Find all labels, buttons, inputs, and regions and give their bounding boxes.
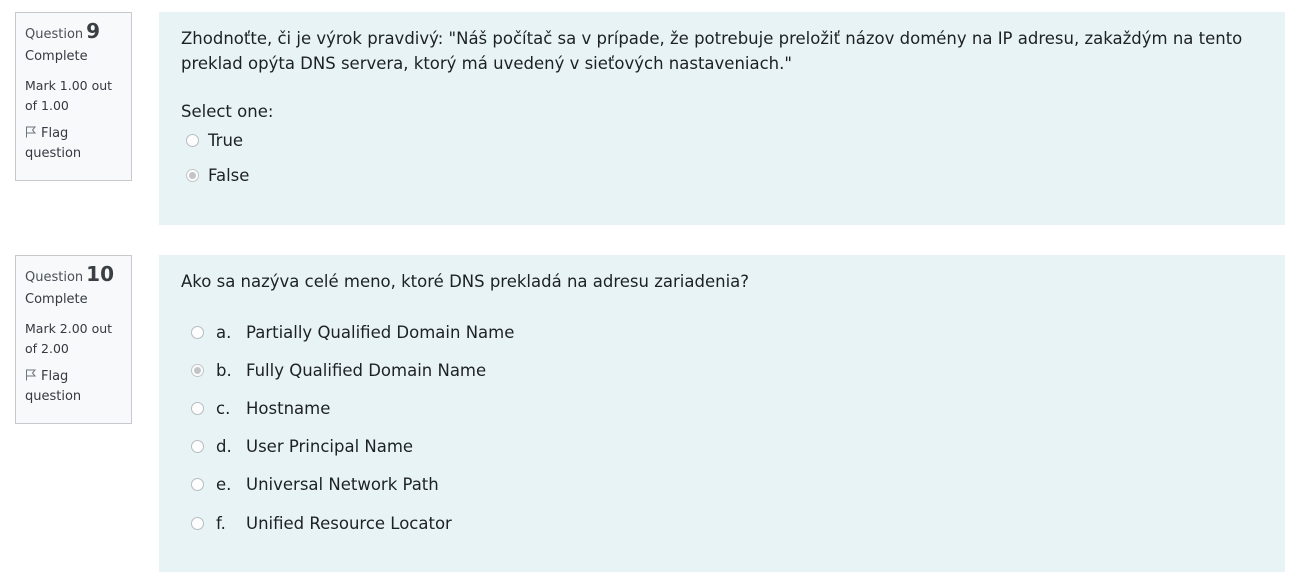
answer-label: Unified Resource Locator xyxy=(246,513,452,533)
question-content: Ako sa nazýva celé meno, ktoré DNS prekl… xyxy=(159,255,1285,572)
question-info: Question 10 Complete Mark 2.00 out of 2.0… xyxy=(15,255,132,424)
answer-label: Partially Qualified Domain Name xyxy=(246,322,515,342)
answer-letter: e. xyxy=(216,475,232,495)
question-state: Complete xyxy=(25,49,88,64)
answer-option-e[interactable]: e. Universal Network Path xyxy=(181,466,1263,504)
flag-icon xyxy=(26,126,37,138)
answer-label: True xyxy=(208,131,244,150)
answer-letter: d. xyxy=(216,437,232,457)
answer-letter: a. xyxy=(216,322,232,342)
answer-option-true[interactable]: True xyxy=(181,123,1263,158)
question-number: Question 10 xyxy=(25,263,122,287)
answer-option-b[interactable]: b. Fully Qualified Domain Name xyxy=(181,351,1263,389)
answer-option-c[interactable]: c. Hostname xyxy=(181,389,1263,427)
answer-letter: c. xyxy=(216,398,231,418)
radio-button-icon[interactable] xyxy=(191,363,204,377)
radio-button-icon[interactable] xyxy=(191,516,204,530)
question-number-value: 10 xyxy=(86,262,114,286)
question-info: Question 9 Complete Mark 1.00 out of 1.00… xyxy=(15,12,132,181)
flag-icon xyxy=(26,369,37,381)
answer-label: Universal Network Path xyxy=(246,475,439,495)
question-number-value: 9 xyxy=(86,19,101,43)
answer-letter: b. xyxy=(216,360,232,380)
radio-button-icon[interactable] xyxy=(191,478,204,492)
question-10: Question 10 Complete Mark 2.00 out of 2.0… xyxy=(0,243,1293,586)
answer-letter: f. xyxy=(216,513,226,533)
answer-option-d[interactable]: d. User Principal Name xyxy=(181,428,1263,466)
flag-question-link[interactable]: Flag question xyxy=(25,124,122,164)
answer-option-f[interactable]: f. Unified Resource Locator xyxy=(181,504,1263,542)
answer-label: Hostname xyxy=(246,398,331,418)
flag-question-link[interactable]: Flag question xyxy=(25,367,122,407)
question-grade: Mark 1.00 out of 1.00 xyxy=(25,78,113,113)
question-state: Complete xyxy=(25,292,88,307)
radio-button-icon[interactable] xyxy=(186,134,199,147)
radio-button-icon[interactable] xyxy=(191,325,204,339)
radio-button-icon[interactable] xyxy=(191,440,204,454)
radio-button-icon[interactable] xyxy=(186,169,199,182)
question-grade: Mark 2.00 out of 2.00 xyxy=(25,321,113,356)
question-text: Zhodnoťte, či je výrok pravdivý: "Náš po… xyxy=(181,29,1243,73)
answer-options: a. Partially Qualified Domain Name b. Fu… xyxy=(181,313,1263,542)
question-label: Question xyxy=(25,27,84,42)
answer-label: False xyxy=(208,166,250,185)
question-text: Ako sa nazýva celé meno, ktoré DNS prekl… xyxy=(181,272,750,291)
answer-options: True False xyxy=(181,123,1263,193)
answer-label: Fully Qualified Domain Name xyxy=(246,360,487,380)
select-prompt: Select one: xyxy=(181,102,274,121)
question-label: Question xyxy=(25,270,84,285)
answer-label: User Principal Name xyxy=(246,437,414,457)
answer-option-false[interactable]: False xyxy=(181,158,1263,193)
radio-button-icon[interactable] xyxy=(191,401,204,415)
question-content: Zhodnoťte, či je výrok pravdivý: "Náš po… xyxy=(159,12,1285,225)
question-9: Question 9 Complete Mark 1.00 out of 1.00… xyxy=(0,0,1293,236)
question-number: Question 9 xyxy=(25,20,122,44)
answer-option-a[interactable]: a. Partially Qualified Domain Name xyxy=(181,313,1263,351)
